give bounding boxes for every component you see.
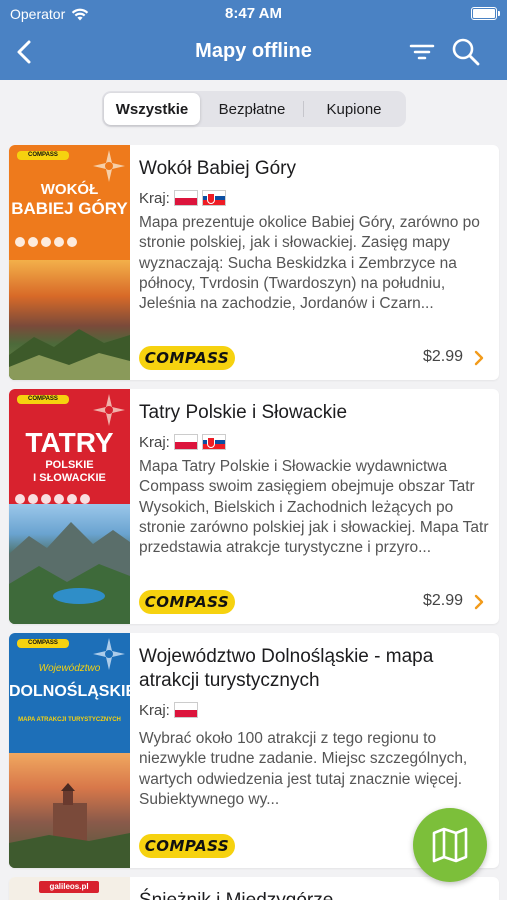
map-title: Tatry Polskie i Słowackie [139,402,348,423]
country-label: Kraj: [139,189,170,207]
country-row: Kraj: [139,431,489,453]
cover-publisher-logo: COMPASS [17,151,69,160]
map-description: Mapa Tatry Polskie i Słowackie wydawnict… [139,458,489,557]
map-view-button[interactable] [413,808,487,882]
cover-title-line2: POLSKIE [45,459,94,471]
map-description: Mapa prezentuje okolice Babiej Góry, zar… [139,214,480,313]
cover-publisher-logo: COMPASS [17,395,69,404]
cover-castle-art [9,783,130,868]
map-card[interactable]: galileos.pl Śnieżnik i Międzygórze [9,877,499,900]
cover-mountain-art [9,329,130,380]
map-title: Województwo Dolnośląskie - mapa atrakcji… [139,646,434,691]
map-title: Śnieżnik i Międzygórze [139,889,489,900]
cover-title-line0: Województwo [38,663,101,674]
country-row: Kraj: [139,187,489,209]
cover-publisher-logo: COMPASS [17,639,69,648]
map-cover-image: COMPASS WOKÓŁ BABIEJ GÓRY [9,145,130,380]
battery-icon [471,7,500,20]
chevron-right-icon[interactable] [473,593,485,611]
poland-flag-icon [173,190,198,206]
cover-publisher-logo: galileos.pl [39,881,99,893]
cover-title-line1: DOLNOŚLĄSKIE [9,683,130,700]
cover-mountain-art [9,522,130,624]
map-cover-image: COMPASS Województwo DOLNOŚLĄSKIE MAPA AT… [9,633,130,868]
chevron-right-icon[interactable] [473,349,485,367]
cover-title-line1: TATRY [25,427,114,458]
cover-title-line1: WOKÓŁ [40,181,99,198]
nav-bar: Mapy offline [0,30,507,76]
compass-rose-icon [93,150,125,182]
slovakia-flag-icon [201,434,226,450]
filter-icon[interactable] [408,38,436,66]
map-cover-image: COMPASS TATRY POLSKIE I SŁOWACKIE [9,389,130,624]
publisher-logo: COMPASS [139,834,235,858]
cover-title-line3: I SŁOWACKIE [33,472,106,484]
cover-title-line2: MAPA ATRAKCJI TURYSTYCZNYCH [18,717,121,723]
segment-free[interactable]: Bezpłatne [200,93,304,125]
map-card[interactable]: COMPASS WOKÓŁ BABIEJ GÓRY Wokół Babiej G… [9,145,499,380]
cover-activity-icons [15,237,124,247]
compass-rose-icon [93,394,125,426]
segment-all[interactable]: Wszystkie [104,93,200,125]
publisher-logo: COMPASS [139,346,235,370]
segment-purchased[interactable]: Kupione [304,93,404,125]
country-label: Kraj: [139,701,170,719]
country-label: Kraj: [139,433,170,451]
price-label[interactable]: $2.99 [423,348,463,366]
map-description: Wybrać około 100 atrakcji z tego regionu… [139,730,468,808]
map-icon [432,827,468,863]
cover-title-line2: BABIEJ GÓRY [11,199,128,218]
poland-flag-icon [173,702,198,718]
poland-flag-icon [173,434,198,450]
slovakia-flag-icon [201,190,226,206]
cover-activity-icons [15,494,124,504]
country-row: Kraj: [139,699,489,721]
search-icon[interactable] [450,36,482,68]
price-label[interactable]: $2.99 [423,592,463,610]
map-card[interactable]: COMPASS TATRY POLSKIE I SŁOWACKIE Tatry … [9,389,499,624]
filter-segmented-control: Wszystkie Bezpłatne Kupione [102,91,406,127]
map-title: Wokół Babiej Góry [139,158,296,179]
status-bar: Operator 8:47 AM [0,0,507,28]
map-cover-image: galileos.pl [9,877,130,900]
status-time: 8:47 AM [225,5,282,22]
app-header: Operator 8:47 AM Mapy offline [0,0,507,80]
publisher-logo: COMPASS [139,590,235,614]
